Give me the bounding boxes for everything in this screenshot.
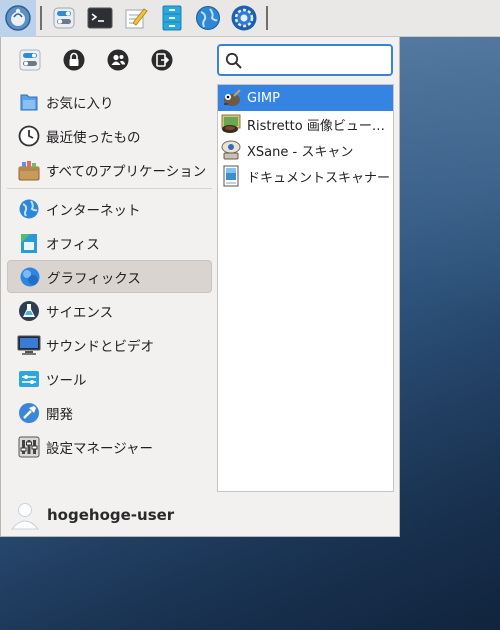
logout-button[interactable] [149,47,175,73]
terminal-launcher[interactable] [82,0,118,37]
avatar-icon [10,503,40,530]
category-label: お気に入り [46,95,114,112]
internet-icon [17,197,41,221]
category-list: お気に入り 最近使ったもの すべてのアプリケーション インターネット オフィス [7,85,212,464]
category-office[interactable]: オフィス [7,226,212,259]
app-label: Ristretto 画像ビュー… [247,118,385,134]
panel-separator-end [266,6,268,30]
favorites-icon [17,90,41,114]
document-scanner-icon [220,165,242,187]
office-icon [17,231,41,255]
lock-icon [63,49,85,71]
settings-icon [19,49,41,71]
category-label: グラフィックス [47,270,141,287]
category-science[interactable]: サイエンス [7,294,212,327]
switch-user-button[interactable] [105,47,131,73]
ristretto-icon [220,113,242,135]
category-divider [7,188,212,189]
category-recent[interactable]: 最近使ったもの [7,119,212,152]
settings-button[interactable] [17,47,43,73]
all-apps-icon [17,158,41,182]
user-section: hogehoge-user [9,499,174,531]
development-icon [17,401,41,425]
search-input[interactable] [249,49,389,71]
category-sound-video[interactable]: サウンドとビデオ [7,328,212,361]
science-icon [17,299,41,323]
logout-icon [151,49,173,71]
app-label: XSane - スキャン [247,144,354,160]
lock-screen-button[interactable] [61,47,87,73]
category-label: インターネット [46,202,141,219]
whisker-menu-button[interactable] [0,0,36,37]
text-editor-launcher[interactable] [118,0,154,37]
app-item-gimp[interactable]: GIMP [218,85,393,111]
file-cabinet-icon [162,5,182,31]
category-development[interactable]: 開発 [7,396,212,429]
settings-launcher[interactable] [46,0,82,37]
top-panel [0,0,500,37]
search-box [217,44,393,76]
app-item-document-scanner[interactable]: ドキュメントスキャナー [218,163,393,189]
panel-separator [40,6,42,30]
application-list: GIMP Ristretto 画像ビュー… XSane - スキャン ドキュメン… [217,84,394,492]
category-label: サウンドとビデオ [46,338,154,355]
web-browser-launcher[interactable] [190,0,226,37]
terminal-icon [87,7,113,29]
recent-icon [17,124,41,148]
settings-manager-launcher[interactable] [226,0,262,37]
category-label: すべてのアプリケーション [46,163,207,180]
switch-user-icon [107,49,129,71]
category-label: 設定マネージャー [46,440,154,457]
category-label: 最近使ったもの [46,129,141,146]
category-label: オフィス [46,236,100,253]
search-icon [225,52,242,69]
multimedia-icon [17,333,41,357]
toggle-settings-icon [53,7,75,29]
globe-icon [196,6,220,30]
app-item-xsane[interactable]: XSane - スキャン [218,137,393,163]
category-label: サイエンス [46,304,114,321]
category-graphics[interactable]: グラフィックス [7,260,212,293]
xfce-logo-icon [5,5,31,31]
settings-manager-icon [17,435,41,459]
category-label: ツール [46,372,87,389]
app-label: GIMP [247,90,280,106]
category-tools[interactable]: ツール [7,362,212,395]
app-item-ristretto[interactable]: Ristretto 画像ビュー… [218,111,393,137]
category-favorites[interactable]: お気に入り [7,85,212,118]
xsane-icon [220,139,242,161]
app-label: ドキュメントスキャナー [247,170,391,186]
text-editor-icon [125,8,148,29]
gear-icon [231,5,257,31]
category-settings-manager[interactable]: 設定マネージャー [7,430,212,463]
category-all-applications[interactable]: すべてのアプリケーション [7,153,212,186]
application-menu: お気に入り 最近使ったもの すべてのアプリケーション インターネット オフィス [0,37,400,537]
file-manager-launcher[interactable] [154,0,190,37]
tools-icon [17,367,41,391]
user-name: hogehoge-user [47,506,175,524]
category-internet[interactable]: インターネット [7,192,212,225]
category-label: 開発 [46,406,73,423]
gimp-icon [220,87,242,109]
graphics-icon [18,265,42,289]
menu-toolbar [13,47,203,73]
